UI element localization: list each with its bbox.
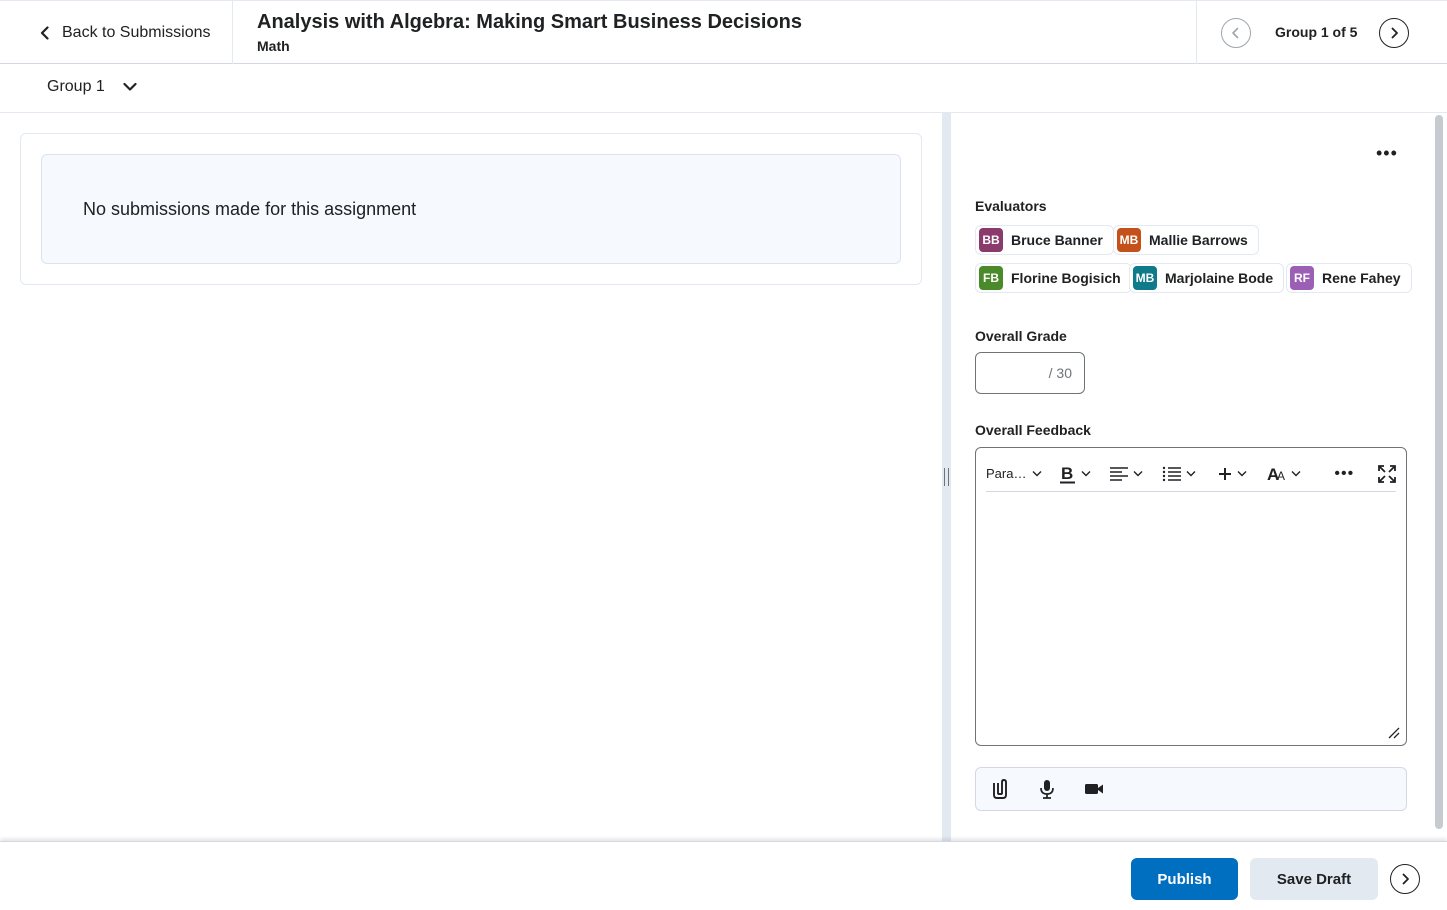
bold-button[interactable]: B bbox=[1059, 460, 1098, 488]
attach-file-button[interactable] bbox=[988, 777, 1012, 801]
record-audio-button[interactable] bbox=[1035, 777, 1059, 801]
next-submission-button[interactable] bbox=[1390, 864, 1420, 894]
overall-grade-input[interactable]: / 30 bbox=[975, 352, 1085, 394]
avatar: MB bbox=[1117, 228, 1141, 252]
align-left-icon bbox=[1109, 466, 1128, 481]
previous-group-button[interactable] bbox=[1221, 18, 1251, 48]
avatar: RF bbox=[1290, 266, 1314, 290]
evaluator-name: Mallie Barrows bbox=[1149, 232, 1248, 248]
overall-feedback-label: Overall Feedback bbox=[975, 422, 1091, 438]
chevron-down-icon bbox=[1081, 471, 1091, 477]
chevron-left-icon bbox=[1232, 27, 1239, 39]
evaluator-chip: MB Mallie Barrows bbox=[1113, 225, 1259, 255]
chevron-left-icon bbox=[40, 25, 49, 40]
align-button[interactable] bbox=[1109, 460, 1152, 488]
fullscreen-button[interactable] bbox=[1378, 460, 1396, 488]
evaluator-name: Bruce Banner bbox=[1011, 232, 1103, 248]
fullscreen-icon bbox=[1378, 464, 1396, 483]
publish-button[interactable]: Publish bbox=[1131, 858, 1238, 900]
pane-resize-handle[interactable] bbox=[942, 113, 951, 841]
back-to-submissions-link[interactable]: Back to Submissions bbox=[0, 1, 233, 64]
evaluator-chip: RF Rene Fahey bbox=[1286, 263, 1412, 293]
bullet-list-icon bbox=[1162, 466, 1182, 481]
chevron-down-icon bbox=[1291, 471, 1301, 477]
avatar: BB bbox=[979, 228, 1003, 252]
plus-icon bbox=[1219, 467, 1232, 480]
feedback-text-area[interactable] bbox=[988, 500, 1393, 730]
evaluator-name: Rene Fahey bbox=[1322, 270, 1401, 286]
title-block: Analysis with Algebra: Making Smart Busi… bbox=[257, 11, 802, 54]
group-dropdown[interactable]: Group 1 bbox=[47, 78, 137, 96]
chevron-down-icon bbox=[1237, 471, 1247, 477]
top-bar: Back to Submissions Analysis with Algebr… bbox=[0, 0, 1447, 64]
empty-submission-message: No submissions made for this assignment bbox=[41, 154, 901, 264]
record-video-button[interactable] bbox=[1082, 777, 1106, 801]
chevron-down-icon bbox=[1032, 471, 1042, 477]
chevron-down-icon bbox=[1133, 471, 1143, 477]
chevron-down-icon bbox=[123, 82, 137, 91]
group-selector-bar: Group 1 bbox=[0, 64, 1447, 113]
group-dropdown-label: Group 1 bbox=[47, 78, 105, 95]
font-style-button[interactable]: AA bbox=[1267, 460, 1310, 488]
paragraph-format-label: Para… bbox=[986, 466, 1027, 481]
evaluator-chip: FB Florine Bogisich bbox=[975, 263, 1132, 293]
course-name: Math bbox=[257, 38, 290, 54]
chevron-right-icon bbox=[1391, 27, 1398, 39]
evaluator-chip: MB Marjolaine Bode bbox=[1129, 263, 1285, 293]
back-label: Back to Submissions bbox=[62, 23, 211, 41]
evaluator-chip: BB Bruce Banner bbox=[975, 225, 1114, 255]
evaluation-pane-scrollbar[interactable] bbox=[1435, 115, 1443, 829]
next-group-button[interactable] bbox=[1379, 18, 1409, 48]
more-options-button[interactable]: ••• bbox=[1376, 144, 1398, 162]
svg-text:B: B bbox=[1061, 464, 1073, 483]
resize-handle-icon[interactable] bbox=[1386, 725, 1400, 739]
grade-out-of: / 30 bbox=[1048, 365, 1072, 381]
submission-card: No submissions made for this assignment bbox=[20, 133, 922, 285]
overall-grade-label: Overall Grade bbox=[975, 328, 1067, 344]
list-button[interactable] bbox=[1162, 460, 1205, 488]
paperclip-icon bbox=[993, 779, 1007, 799]
more-tools-button[interactable]: ••• bbox=[1334, 460, 1364, 488]
editor-toolbar: Para… B AA ••• bbox=[986, 456, 1396, 492]
insert-button[interactable] bbox=[1217, 460, 1255, 488]
attachment-bar bbox=[975, 767, 1407, 811]
group-navigator: Group 1 of 5 bbox=[1196, 1, 1447, 64]
svg-text:A: A bbox=[1277, 469, 1285, 483]
evaluator-name: Marjolaine Bode bbox=[1165, 270, 1274, 286]
avatar: FB bbox=[979, 266, 1003, 290]
footer-bar: Publish Save Draft bbox=[0, 841, 1447, 910]
page-title: Analysis with Algebra: Making Smart Busi… bbox=[257, 11, 802, 33]
grip-icon bbox=[944, 468, 949, 486]
video-camera-icon bbox=[1085, 784, 1103, 794]
font-style-icon: AA bbox=[1267, 465, 1285, 483]
evaluators-label: Evaluators bbox=[975, 198, 1047, 214]
bold-icon: B bbox=[1060, 464, 1076, 483]
submission-pane: No submissions made for this assignment bbox=[0, 113, 942, 841]
evaluator-name: Florine Bogisich bbox=[1011, 270, 1121, 286]
avatar: MB bbox=[1133, 266, 1157, 290]
save-draft-button[interactable]: Save Draft bbox=[1250, 858, 1378, 900]
feedback-editor[interactable]: Para… B AA ••• bbox=[975, 447, 1407, 746]
microphone-icon bbox=[1040, 780, 1054, 799]
chevron-right-icon bbox=[1402, 873, 1409, 885]
paragraph-format-dropdown[interactable]: Para… bbox=[986, 460, 1045, 488]
chevron-down-icon bbox=[1186, 471, 1196, 477]
group-position-label: Group 1 of 5 bbox=[1275, 24, 1358, 40]
